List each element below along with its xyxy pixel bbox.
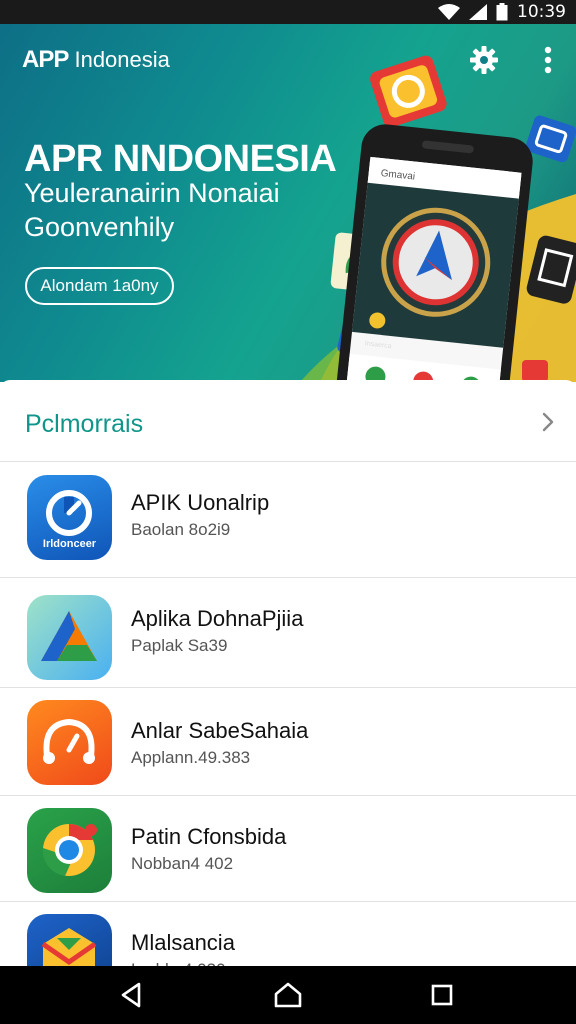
app-icon: Irldonceer: [27, 475, 112, 560]
section-header[interactable]: Pclmorrais: [0, 380, 576, 462]
app-name: Anlar SabeSahaia: [131, 718, 309, 743]
app-meta: Baolan 8o2i9: [131, 520, 231, 539]
battery-icon: [496, 3, 508, 21]
app-sheet: Pclmorrais Irldonceer APIK Uonalrip Baol…: [0, 380, 576, 999]
app-name: Aplika DohnaPjiia: [131, 606, 304, 631]
nav-recents-button[interactable]: [427, 980, 457, 1010]
hero-subtitle-line1: Yeuleranairin Nonaiai: [24, 178, 280, 208]
nav-home-button[interactable]: [273, 980, 303, 1010]
hero-headline: APR NNDONESIA: [24, 138, 337, 180]
gear-icon: [470, 46, 498, 74]
app-meta: Paplak Sa39: [131, 636, 228, 655]
chrome-like-icon: [42, 824, 97, 876]
app-logo-bold: APP: [22, 46, 69, 73]
hero-subtitle-line2: Goonvenhily: [24, 212, 175, 242]
home-icon: [274, 982, 302, 1008]
app-logo: APP Indonesia: [22, 46, 170, 74]
status-bar: 10:39: [0, 0, 576, 24]
hero-banner: Gmavai Insaerca APP Indonesia APR NNDONE…: [0, 24, 576, 382]
app-icon: [27, 700, 112, 785]
back-icon: [121, 982, 141, 1008]
headset-icon: [43, 718, 95, 764]
app-icon: [27, 808, 112, 893]
app-icon: [27, 595, 112, 680]
app-list-item[interactable]: Anlar SabeSahaia Applann.49.383: [0, 688, 576, 796]
toolbar: APP Indonesia: [0, 24, 576, 96]
nav-back-button[interactable]: [116, 980, 146, 1010]
settings-button[interactable]: [466, 42, 502, 78]
chevron-right-icon: [542, 412, 554, 432]
app-logo-text: Indonesia: [68, 47, 170, 72]
system-nav-bar: [0, 966, 576, 1024]
app-meta: Nobban4 402: [131, 854, 234, 873]
app-name: Mlalsancia: [131, 930, 235, 955]
recents-icon: [431, 984, 453, 1006]
more-vert-icon: [544, 46, 552, 74]
wifi-icon: [438, 4, 460, 20]
signal-icon: [469, 4, 487, 20]
app-name: Patin Cfonsbida: [131, 824, 287, 849]
app-icon-caption: Irldonceer: [42, 538, 97, 550]
status-time: 10:39: [517, 2, 566, 22]
app-name: APIK Uonalrip: [131, 490, 270, 515]
hero-illustration: Gmavai Insaerca: [300, 55, 576, 382]
app-list-item[interactable]: Aplika DohnaPjiia Paplak Sa39: [0, 578, 576, 688]
overflow-menu-button[interactable]: [530, 42, 566, 78]
hero-cta-button[interactable]: Alondam 1a0ny: [25, 267, 174, 305]
section-title: Pclmorrais: [25, 410, 144, 438]
app-list-item[interactable]: Mlalsancia Lrnbln 4 030: [0, 902, 576, 999]
app-meta: Applann.49.383: [131, 748, 251, 767]
app-list-item[interactable]: Patin Cfonsbida Nobban4 402: [0, 796, 576, 902]
app-list-item[interactable]: Irldonceer APIK Uonalrip Baolan 8o2i9: [0, 462, 576, 578]
play-triangle-icon: [41, 611, 97, 661]
